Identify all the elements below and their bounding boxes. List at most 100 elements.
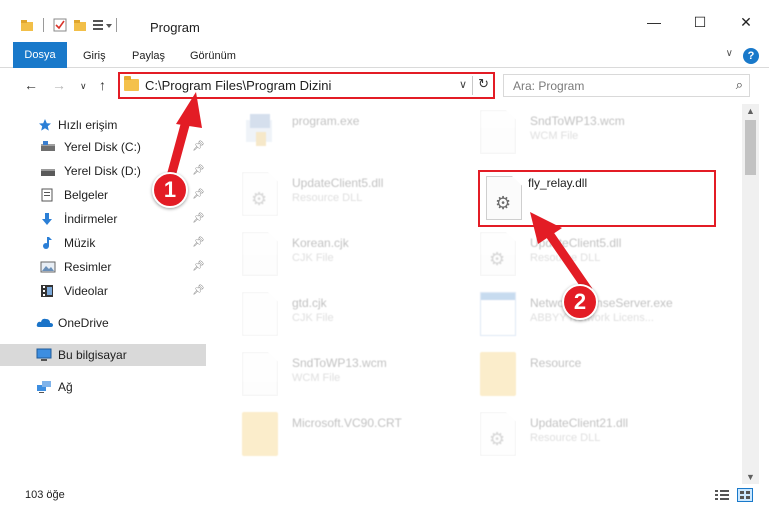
drive-icon [40,140,55,154]
nav-label: Resimler [64,260,112,274]
file-name: Korean.cjk [292,236,349,250]
downloads-icon [40,212,54,226]
address-path[interactable]: C:\Program Files\Program Dizini [145,78,331,93]
minimize-button[interactable]: — [631,8,677,36]
list-item[interactable]: program.exe [218,106,478,164]
computer-icon [36,348,52,362]
search-icon[interactable]: ⌕ [736,77,743,93]
list-item[interactable]: SndToWP13.wcm WCM File [456,106,716,164]
nav-label: Videolar [64,284,108,298]
ribbon-tabs: Dosya Giriş Paylaş Görünüm ∨ ? [0,40,769,68]
list-item[interactable]: Korean.cjk CJK File [218,228,478,286]
folder-icon [124,76,139,91]
tab-share[interactable]: Paylaş [132,44,165,68]
close-button[interactable]: ✕ [723,8,769,36]
pin-icon[interactable]: 📌︎ [192,285,205,296]
documents-icon [40,188,54,202]
folder-icon[interactable] [20,18,34,32]
nav-label: Yerel Disk (C:) [64,140,141,154]
file-name: Microsoft.VC90.CRT [292,416,402,430]
nav-onedrive[interactable]: OneDrive [0,312,206,334]
pin-icon[interactable]: 📌︎ [192,165,205,176]
maximize-button[interactable]: ☐ [677,8,723,36]
properties-icon[interactable] [53,18,67,32]
videos-icon [40,284,54,298]
file-type: CJK File [292,252,334,264]
gear-icon: ⚙ [495,193,512,213]
list-item[interactable]: gtd.cjk CJK File [218,288,478,346]
nav-label: OneDrive [58,316,109,330]
title-bar: Program — ☐ ✕ [0,0,769,40]
list-item[interactable]: ⚙ UpdateClient5.dll Resource DLL [218,168,478,226]
back-arrow-icon[interactable]: ← [24,77,38,93]
file-name: UpdateClient5.dll [530,236,622,250]
tab-file[interactable]: Dosya [13,42,67,68]
nav-item-videos[interactable]: Videolar 📌︎ [0,280,206,302]
nav-this-pc[interactable]: Bu bilgisayar [0,344,206,366]
window-title: Program [150,20,200,35]
nav-quick-access[interactable]: Hızlı erişim [0,114,206,136]
file-type: Resource DLL [292,192,363,204]
highlighted-file-fly-relay[interactable]: ⚙ fly_relay.dll [478,170,716,227]
scroll-down-icon[interactable]: ▼ [746,472,755,482]
list-item[interactable]: ⚙ UpdateClient5.dll Resource DLL [456,228,716,286]
tab-home[interactable]: Giriş [83,44,106,68]
status-bar: 103 öğe [0,484,769,506]
file-name: gtd.cjk [292,296,327,310]
chevron-down-icon[interactable]: ∨ [459,78,467,91]
gear-icon: ⚙ [489,249,506,269]
file-name: NetworkLicenseServer.exe [530,296,673,310]
pin-icon[interactable]: 📌︎ [192,213,205,224]
gear-icon: ⚙ [489,429,506,449]
search-placeholder: Ara: Program [513,79,585,93]
file-icon [242,352,278,396]
nav-item-music[interactable]: Müzik 📌︎ [0,232,206,254]
search-input[interactable]: Ara: Program ⌕ [503,74,750,97]
nav-item-downloads[interactable]: İndirmeler 📌︎ [0,208,206,230]
file-icon [480,110,516,154]
forward-arrow-icon[interactable]: → [52,77,66,93]
vertical-scrollbar[interactable]: ▲ ▼ [742,104,759,484]
drive-icon [40,164,55,178]
nav-item-pictures[interactable]: Resimler 📌︎ [0,256,206,278]
pin-icon[interactable]: 📌︎ [192,261,205,272]
tiles-view-icon[interactable] [737,488,753,502]
tab-view[interactable]: Görünüm [190,44,236,68]
pin-icon[interactable]: 📌︎ [192,237,205,248]
dll-file-icon: ⚙ [486,176,522,220]
window-controls: — ☐ ✕ [631,8,769,36]
pin-icon[interactable]: 📌︎ [192,141,205,152]
scroll-up-icon[interactable]: ▲ [746,106,755,116]
customize-toolbar-icon[interactable] [93,18,112,32]
list-item[interactable]: Resource [456,348,716,406]
list-item[interactable]: ⚙ UpdateClient21.dll Resource DLL [456,408,716,466]
help-icon[interactable]: ? [743,48,759,64]
address-bar[interactable]: C:\Program Files\Program Dizini ∨ ↻ [118,72,495,99]
up-arrow-icon[interactable]: ↑ [99,77,106,93]
list-item[interactable]: Microsoft.VC90.CRT [218,408,478,466]
refresh-icon[interactable]: ↻ [478,76,489,92]
dll-file-icon: ⚙ [480,232,516,276]
list-item[interactable]: SndToWP13.wcm WCM File [218,348,478,406]
dll-file-icon: ⚙ [242,172,278,216]
pin-icon[interactable]: 📌︎ [192,189,205,200]
file-type: Resource DLL [530,432,601,444]
file-icon [242,232,278,276]
file-type: WCM File [530,130,579,142]
nav-label: Bu bilgisayar [58,348,127,362]
nav-label: Hızlı erişim [58,118,118,132]
details-view-icon[interactable] [714,488,730,502]
navigation-pane: Hızlı erişim Yerel Disk (C:) 📌︎ Yerel Di… [0,104,206,484]
new-folder-icon[interactable] [73,18,87,32]
file-name: UpdateClient5.dll [292,176,384,190]
address-row: ← → ∨ ↑ C:\Program Files\Program Dizini … [0,69,769,103]
recent-locations-chevron-icon[interactable]: ∨ [80,81,87,92]
nav-label: Belgeler [64,188,109,202]
step-badge-1: 1 [152,172,188,208]
network-icon [36,380,51,394]
nav-network[interactable]: Ağ [0,376,206,398]
scrollbar-thumb[interactable] [745,120,756,175]
nav-item-drive-c[interactable]: Yerel Disk (C:) 📌︎ [0,136,206,158]
chevron-down-icon[interactable]: ∨ [726,48,733,59]
file-type: Resource DLL [530,252,601,264]
